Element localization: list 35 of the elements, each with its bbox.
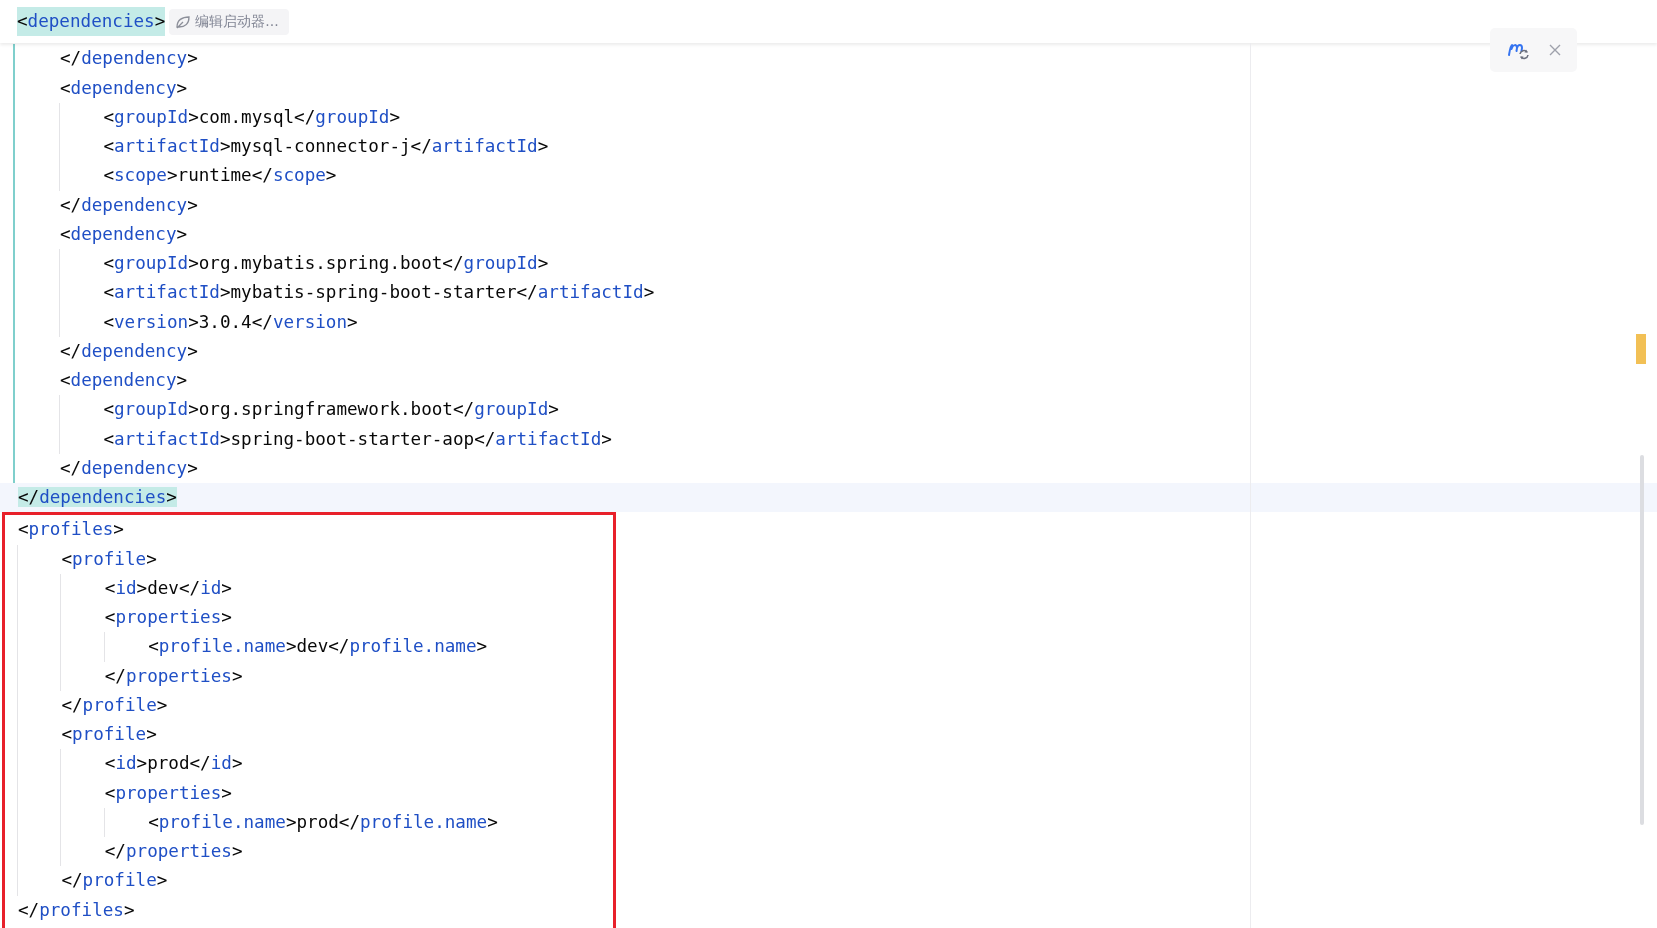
code-line: <artifactId>mybatis-spring-boot-starter</artifactId> (102, 281, 655, 305)
code-line: </properties> (103, 840, 243, 863)
code-line: </dependency> (59, 47, 198, 71)
code-line: </profiles> (17, 898, 135, 922)
code-line: </profile> (60, 693, 168, 717)
code-line: <dependency> (59, 222, 188, 246)
code-line: <artifactId>mysql-connector-j</artifactId> (102, 135, 549, 158)
code-line: <properties> (103, 606, 232, 629)
code-line: <id>dev</id> (103, 576, 232, 600)
code-line: <dependency> (59, 369, 188, 392)
code-line: </dependency> (59, 339, 198, 363)
code-line: </profile> (60, 869, 168, 893)
code-line: <profile> (60, 547, 157, 571)
code-line: <profiles> (17, 518, 124, 542)
code-line: <groupId>org.springframework.boot</groupId> (102, 398, 559, 422)
code-line: </dependency> (59, 456, 198, 480)
code-line: <profile> (60, 723, 157, 746)
code-line: </properties> (103, 664, 243, 688)
code-line: <groupId>com.mysql</groupId> (102, 105, 400, 129)
code-line: <id>prod</id> (103, 752, 243, 776)
close-icon[interactable] (1548, 44, 1561, 56)
code-line: <groupId>org.mybatis.spring.boot</groupId> (102, 252, 549, 275)
code-line: </dependencies> (17, 486, 177, 509)
code-line: <profile.name>prod</profile.name> (147, 810, 498, 834)
leaf-icon (175, 14, 192, 29)
scrollbar[interactable] (1640, 455, 1644, 825)
code-line: <artifactId>spring-boot-starter-aop</artifactId> (102, 427, 612, 451)
code-line: </dependency> (59, 193, 198, 217)
warning-stripe-mark (1636, 334, 1646, 364)
edit-starters-button[interactable]: 编辑启动器... (169, 8, 289, 35)
code-line: <scope>runtime</scope> (102, 164, 337, 188)
code-line: <profile.name>dev</profile.name> (147, 635, 488, 659)
code-line: <dependency> (59, 76, 188, 100)
code-line: <version>3.0.4</version> (102, 310, 358, 334)
code-line: <properties> (103, 781, 232, 805)
